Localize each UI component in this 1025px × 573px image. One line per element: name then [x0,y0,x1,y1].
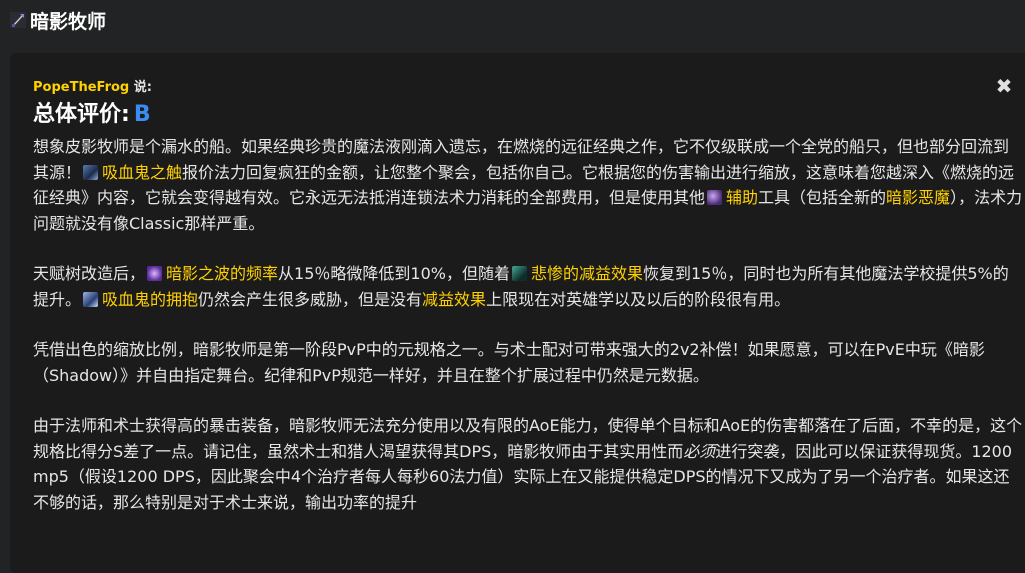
rating-grade: B [133,102,151,127]
vampiric-embrace-icon[interactable] [83,291,99,307]
paragraph-text: 上限现在对英雄学以及以后的阶段很有用。 [486,289,791,309]
review-paragraph: 凭借出色的缩放比例，暗影牧师是第一阶段PvP中的元规格之一。与术士配对可带来强大… [33,337,1023,388]
paragraph-text: 凭借出色的缩放比例，暗影牧师是第一阶段PvP中的元规格之一。与术士配对可带来强大… [33,340,985,385]
review-says: 说: [133,80,152,95]
shadowfiend-icon[interactable] [707,190,723,205]
page-title: 暗影牧师 [30,10,107,33]
spell-link-vampiric-touch[interactable]: 吸血鬼之触 [102,163,182,182]
review-paragraph: 天赋树改造后， 暗影之波的频率从15％略微降低到10%，但随着 悲惨的减益效果恢复到… [33,261,1023,312]
vampiric-touch-icon[interactable] [83,164,99,180]
spell-link-shadowfiend[interactable]: 暗影恶魔 [886,188,950,207]
shadow-weaving-icon[interactable] [147,266,163,281]
spell-link-shadow-weaving[interactable]: 暗影之波的频率 [166,264,278,283]
emphasis-text: 必须 [683,441,716,461]
overall-rating: 总体评价: B [33,100,1025,130]
shadow-priest-class-icon [10,12,26,28]
paragraph-text: 从15％略微降低到10%，但随着 [278,264,510,283]
review-paragraph: 想象皮影牧师是个漏水的船。如果经典珍贵的魔法液刚滴入遗忘，在燃烧的远征经典之作，… [33,134,1023,236]
page-header: 暗影牧师 [10,6,106,34]
paragraph-text: 仍然会产生很多威胁，但是没有 [198,289,423,309]
review-card: ✖ PopeTheFrog 说: 总体评价: B 想象皮影牧师是个漏水的船。如果经… [10,53,1025,573]
paragraph-text: 天赋树改造后， [33,264,146,283]
close-icon[interactable]: ✖ [995,76,1013,96]
review-author[interactable]: PopeTheFrog [33,80,129,95]
spell-link-vampiric-embrace[interactable]: 吸血鬼的拥抱 [102,290,198,309]
rating-label: 总体评价: [33,102,130,127]
spell-link-auxiliary[interactable]: 辅助 [726,188,758,207]
misery-icon[interactable] [511,266,527,281]
review-paragraph: 由于法师和术士获得高的暴击装备，暗影牧师无法充分使用以及有限的AoE能力，使得单… [33,413,1023,515]
debuff-highlight[interactable]: 减益效果 [422,290,486,309]
spell-link-misery[interactable]: 悲惨的减益效果 [531,264,643,283]
review-author-line: PopeTheFrog 说: [33,79,1025,97]
review-body: 想象皮影牧师是个漏水的船。如果经典珍贵的魔法液刚滴入遗忘，在燃烧的远征经典之作，… [33,134,1023,515]
paragraph-text: 工具（包括全新的 [758,188,887,207]
